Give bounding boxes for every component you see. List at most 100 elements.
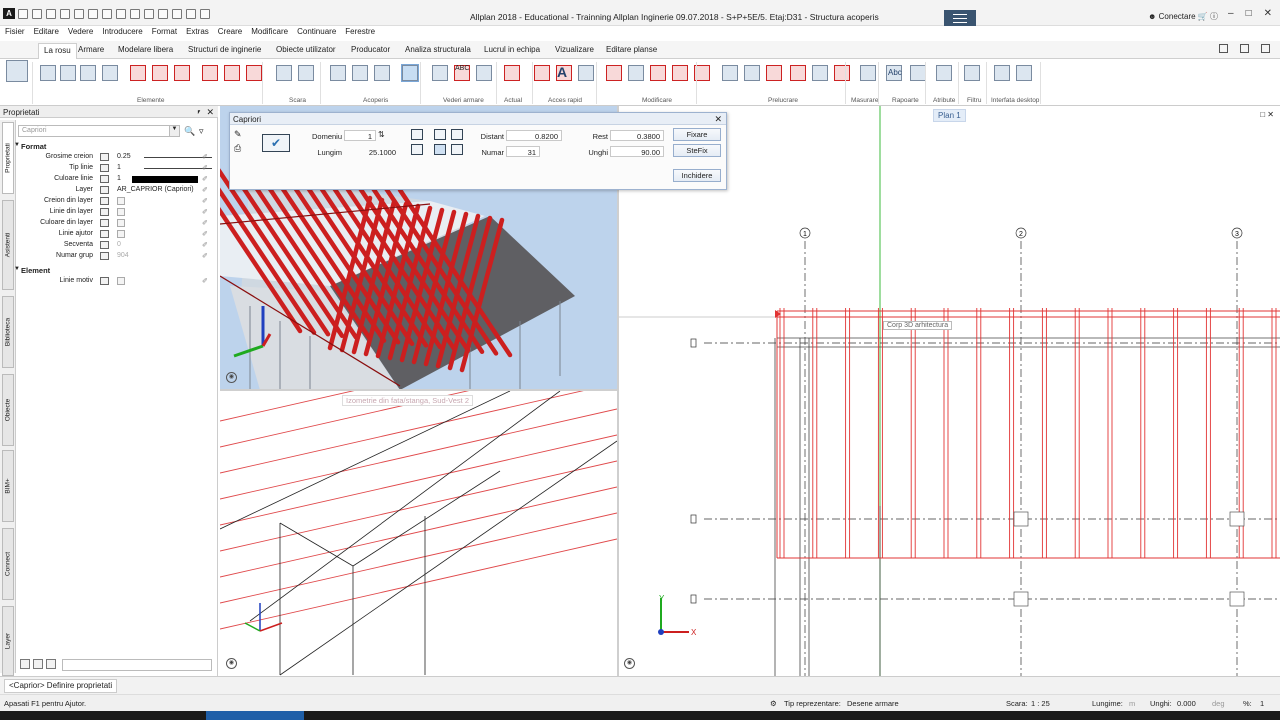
- hamburger-menu-button[interactable]: [944, 10, 976, 26]
- grid-align-2-icon[interactable]: [451, 129, 463, 140]
- menu-item[interactable]: Fisier: [1, 26, 29, 37]
- distribute-icon[interactable]: [411, 144, 423, 155]
- copy-icon[interactable]: [74, 9, 84, 19]
- help-icon[interactable]: ⓘ: [1210, 12, 1218, 21]
- numar-input[interactable]: 31: [506, 146, 540, 157]
- section-element[interactable]: Element: [21, 266, 50, 275]
- cut-icon[interactable]: [60, 9, 70, 19]
- property-row[interactable]: Creion din layer ✐: [16, 196, 216, 207]
- side-tab[interactable]: Layer: [2, 606, 14, 676]
- property-row[interactable]: Tip linie 1 ✐: [16, 163, 216, 174]
- side-tab[interactable]: Asistenti: [2, 200, 14, 290]
- save-icon[interactable]: [46, 9, 56, 19]
- element-type-select[interactable]: Capriori: [18, 125, 180, 137]
- domeniu-stepper-icon[interactable]: ⇅: [378, 130, 390, 141]
- ribbon-tool-icon[interactable]: [276, 65, 292, 81]
- property-value[interactable]: 0: [117, 241, 121, 248]
- viewport-elevation[interactable]: ◉: [220, 391, 617, 676]
- redo-icon[interactable]: [116, 9, 126, 19]
- length-unit[interactable]: m: [1129, 699, 1135, 708]
- print-icon[interactable]: [172, 9, 182, 19]
- close-viewport-icon[interactable]: ✕: [1267, 110, 1274, 119]
- property-checkbox[interactable]: [117, 230, 125, 238]
- representation-value[interactable]: Desene armare: [847, 699, 899, 708]
- ribbon-tool-icon[interactable]: [374, 65, 390, 81]
- eyedropper-icon[interactable]: ✐: [202, 197, 209, 205]
- side-tab[interactable]: BIM+: [2, 450, 14, 522]
- abc-tool-label[interactable]: ABC: [455, 65, 469, 72]
- settings-icon[interactable]: [186, 9, 196, 19]
- ribbon-tool-icon[interactable]: [766, 65, 782, 81]
- menu-item[interactable]: Ferestre: [341, 26, 379, 37]
- property-row[interactable]: Linie motiv ✐: [16, 276, 216, 287]
- ribbon-tool-icon[interactable]: [964, 65, 980, 81]
- connect-button[interactable]: ☻ Conectare 🛒 ⓘ: [1148, 11, 1218, 22]
- color-swatch[interactable]: [132, 176, 198, 183]
- ribbon-tool-icon[interactable]: [606, 65, 622, 81]
- filter-icon[interactable]: ▿: [199, 126, 204, 137]
- ribbon-tool-icon[interactable]: [40, 65, 56, 81]
- ribbon-tool-icon[interactable]: [174, 65, 190, 81]
- close-icon[interactable]: ✕: [1264, 8, 1272, 19]
- percent-value[interactable]: 1: [1260, 699, 1264, 708]
- property-checkbox[interactable]: [117, 219, 125, 227]
- ribbon-tool-icon[interactable]: [994, 65, 1010, 81]
- favorite-select[interactable]: [62, 659, 212, 671]
- property-row[interactable]: Grosime creion 0.25 ✐: [16, 152, 216, 163]
- pin-icon[interactable]: ⎖: [196, 107, 202, 117]
- ribbon-tab[interactable]: Vizualizare: [555, 45, 594, 54]
- viewport-plan[interactable]: 1 2 3 Y X ◉: [619, 106, 1280, 676]
- view-icon[interactable]: [144, 9, 154, 19]
- ribbon-tool-icon[interactable]: [504, 65, 520, 81]
- ribbon-tool-icon[interactable]: [60, 65, 76, 81]
- viewport-nav-icon[interactable]: ◉: [226, 658, 237, 669]
- confirm-check-icon[interactable]: ✔: [262, 134, 290, 152]
- ribbon-tool-icon[interactable]: [790, 65, 806, 81]
- ribbon-tool-icon[interactable]: [722, 65, 738, 81]
- ribbon-tab[interactable]: Modelare libera: [118, 45, 173, 54]
- tools-icon[interactable]: [200, 9, 210, 19]
- property-row[interactable]: Culoare din layer ✐: [16, 218, 216, 229]
- ribbon-tool-icon[interactable]: [298, 65, 314, 81]
- ribbon-tab[interactable]: La rosu: [38, 43, 77, 60]
- ribbon-tool-icon[interactable]: [650, 65, 666, 81]
- distribute-selected-icon[interactable]: [434, 144, 446, 155]
- render-icon[interactable]: [158, 9, 168, 19]
- zoom-icon[interactable]: 🔍: [184, 126, 195, 137]
- ribbon-tool-icon[interactable]: [476, 65, 492, 81]
- open-file-icon[interactable]: [32, 9, 42, 19]
- minimize-icon[interactable]: –: [1228, 8, 1234, 19]
- side-tab[interactable]: Proprietati: [2, 122, 14, 194]
- scale-value[interactable]: 1 : 25: [1031, 699, 1050, 708]
- ribbon-tool-icon[interactable]: [330, 65, 346, 81]
- eyedropper-icon[interactable]: ✐: [202, 208, 209, 216]
- settings-icon[interactable]: [1240, 44, 1249, 53]
- ribbon-tool-icon[interactable]: [6, 60, 28, 82]
- menu-item[interactable]: Creare: [214, 26, 246, 37]
- fullscreen-icon[interactable]: [1261, 44, 1270, 53]
- layout-icon[interactable]: [130, 9, 140, 19]
- ribbon-tool-icon[interactable]: [130, 65, 146, 81]
- ribbon-tool-icon[interactable]: [401, 64, 419, 82]
- property-row[interactable]: Linie din layer ✐: [16, 207, 216, 218]
- angle-unit[interactable]: deg: [1212, 699, 1225, 708]
- side-tab[interactable]: Biblioteca: [2, 296, 14, 368]
- align-start-icon[interactable]: [411, 129, 423, 140]
- section-format[interactable]: Format: [21, 142, 46, 151]
- ribbon-tab[interactable]: Structuri de inginerie: [188, 45, 261, 54]
- ribbon-tool-icon[interactable]: [80, 65, 96, 81]
- ribbon-tool-icon[interactable]: [224, 65, 240, 81]
- ribbon-tool-icon[interactable]: [812, 65, 828, 81]
- ribbon-tool-icon[interactable]: [202, 65, 218, 81]
- eyedropper-icon[interactable]: ✐: [202, 175, 209, 183]
- eyedropper-icon[interactable]: ✐: [202, 252, 209, 260]
- ribbon-tool-icon[interactable]: [102, 65, 118, 81]
- menu-item[interactable]: Extras: [182, 26, 213, 37]
- ribbon-tab[interactable]: Producator: [351, 45, 390, 54]
- paste-icon[interactable]: [88, 9, 98, 19]
- ribbon-tab[interactable]: Lucrul in echipa: [484, 45, 540, 54]
- ribbon-tool-icon[interactable]: [534, 65, 550, 81]
- ribbon-tab[interactable]: Editare planse: [606, 45, 657, 54]
- eyedropper-icon[interactable]: ✐: [202, 219, 209, 227]
- ribbon-tool-icon[interactable]: [152, 65, 168, 81]
